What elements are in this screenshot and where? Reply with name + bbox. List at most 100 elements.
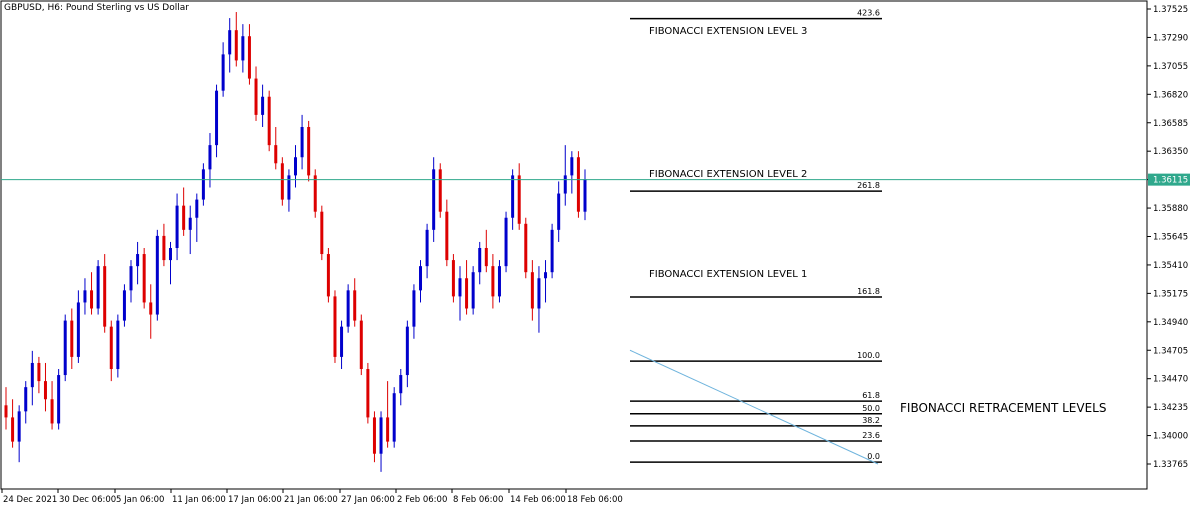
candle-body-bullish xyxy=(175,205,179,248)
candle-body-bullish xyxy=(96,266,100,309)
candle-body-bullish xyxy=(563,175,567,194)
candle-body-bearish xyxy=(37,362,41,382)
candle-body-bullish xyxy=(116,320,120,370)
y-tick-label: 1.36585 xyxy=(1153,119,1188,129)
candle-body-bearish xyxy=(326,254,330,297)
candle-body-bearish xyxy=(366,369,370,418)
fib-level-value: 161.8 xyxy=(857,287,880,296)
candle-body-bullish xyxy=(221,54,225,91)
chart-window[interactable]: 423.6 261.8 161.8 100.0 61.8 50.0 38.2 23.6 0.0 … xyxy=(0,0,1200,509)
y-tick-label: 1.36350 xyxy=(1153,147,1188,157)
candle-body-bearish xyxy=(149,302,153,315)
candle-body-bullish xyxy=(504,217,508,267)
y-tick-label: 1.37055 xyxy=(1153,62,1188,72)
candle-body-bullish xyxy=(63,320,67,376)
candle-body-bullish xyxy=(122,290,126,321)
y-tick-label: 1.34470 xyxy=(1153,375,1188,385)
candle-body-bearish xyxy=(372,417,376,454)
candle-body-bullish xyxy=(432,169,436,230)
y-tick-label: 1.33765 xyxy=(1153,460,1188,470)
candle-body-bearish xyxy=(386,417,390,442)
candle-body-bullish xyxy=(215,90,219,146)
candle-body-bullish xyxy=(478,247,482,273)
candle-body-bullish xyxy=(346,290,350,327)
x-tick-label: 8 Feb 06:00 xyxy=(453,495,503,505)
candle-body-bearish xyxy=(182,205,186,230)
fib-level-value: 23.6 xyxy=(862,431,880,440)
candle-body-bullish xyxy=(544,272,548,279)
candle-body-bearish xyxy=(109,326,113,370)
candle-body-bearish xyxy=(491,266,495,297)
candle-body-bullish xyxy=(399,375,403,394)
x-tick-label: 17 Jan 06:00 xyxy=(228,495,282,505)
fib-level-value: 61.8 xyxy=(862,391,880,400)
candle-body-bearish xyxy=(524,223,528,273)
y-tick-label: 1.36820 xyxy=(1153,90,1188,100)
candle-body-bullish xyxy=(379,417,383,454)
candle-body-bearish xyxy=(353,290,357,321)
y-tick-label: 1.34940 xyxy=(1153,318,1188,328)
x-tick-label: 27 Jan 06:00 xyxy=(341,495,395,505)
candle-body-bullish xyxy=(57,375,61,424)
candle-body-bullish xyxy=(425,229,429,267)
candle-body-bearish xyxy=(50,399,54,424)
candle-body-bullish xyxy=(497,266,501,297)
candle-body-bearish xyxy=(451,260,455,297)
candle-body-bearish xyxy=(103,266,107,327)
candle-body-bullish xyxy=(228,30,232,55)
candle-body-bullish xyxy=(405,326,409,376)
current-price-label: 1.36115 xyxy=(1153,176,1188,186)
fib-level-value: 100.0 xyxy=(857,351,880,360)
y-tick-label: 1.35880 xyxy=(1153,204,1188,214)
candle-body-bearish xyxy=(530,272,534,309)
candle-body-bullish xyxy=(287,175,291,200)
candle-body-bullish xyxy=(458,278,462,297)
candle-body-bearish xyxy=(313,175,317,212)
candle-body-bearish xyxy=(438,169,442,212)
x-tick-label: 11 Jan 06:00 xyxy=(172,495,226,505)
candle-body-bearish xyxy=(43,381,47,400)
candle-body-bullish xyxy=(392,393,396,442)
x-tick-label: 24 Dec 2021 xyxy=(3,495,57,505)
candle-body-bearish xyxy=(142,254,146,303)
candle-body-bullish xyxy=(136,254,140,267)
candle-body-bearish xyxy=(254,78,258,115)
fib-level-value: 38.2 xyxy=(862,416,880,425)
x-tick-label: 14 Feb 06:00 xyxy=(510,495,566,505)
candle-body-bearish xyxy=(90,290,94,309)
candle-body-bullish xyxy=(511,175,515,218)
candle-body-bearish xyxy=(359,320,363,370)
candle-body-bearish xyxy=(274,145,278,164)
candle-body-bullish xyxy=(168,247,172,261)
candle-body-bullish xyxy=(208,145,212,170)
candle-body-bearish xyxy=(162,235,166,261)
y-tick-label: 1.37290 xyxy=(1153,33,1188,43)
candle-body-bullish xyxy=(30,362,34,388)
candle-body-bearish xyxy=(280,163,284,200)
candle-body-bullish xyxy=(129,266,133,291)
y-tick-label: 1.34000 xyxy=(1153,432,1188,442)
x-tick-label: 2 Feb 06:00 xyxy=(397,495,447,505)
candle-body-bullish xyxy=(583,179,587,212)
price-chart[interactable]: 423.6261.8161.8100.061.850.038.223.60.0 … xyxy=(0,0,1200,509)
candle-body-bearish xyxy=(465,278,469,309)
candle-body-bearish xyxy=(11,417,15,442)
candle-body-bullish xyxy=(412,290,416,327)
candle-body-bullish xyxy=(557,193,561,230)
fib-extension-level-1-label: FIBONACCI EXTENSION LEVEL 1 xyxy=(649,269,808,280)
candle-body-bullish xyxy=(300,126,304,158)
candle-body-bearish xyxy=(4,405,8,418)
candle-body-bullish xyxy=(24,387,28,412)
candle-body-bearish xyxy=(247,36,251,79)
chart-background xyxy=(0,0,1200,509)
candle-body-bullish xyxy=(195,199,199,218)
x-tick-label: 5 Jan 06:00 xyxy=(116,495,164,505)
candle-body-bullish xyxy=(537,278,541,309)
candle-body-bearish xyxy=(320,211,324,255)
y-tick-label: 1.34235 xyxy=(1153,403,1188,413)
candle-body-bullish xyxy=(188,217,192,230)
x-tick-label: 21 Jan 06:00 xyxy=(284,495,338,505)
candle-body-bullish xyxy=(294,157,297,176)
chart-title: GBPUSD, H6: Pound Sterling vs US Dollar xyxy=(4,3,189,13)
fib-extension-level-3-label: FIBONACCI EXTENSION LEVEL 3 xyxy=(649,26,808,37)
